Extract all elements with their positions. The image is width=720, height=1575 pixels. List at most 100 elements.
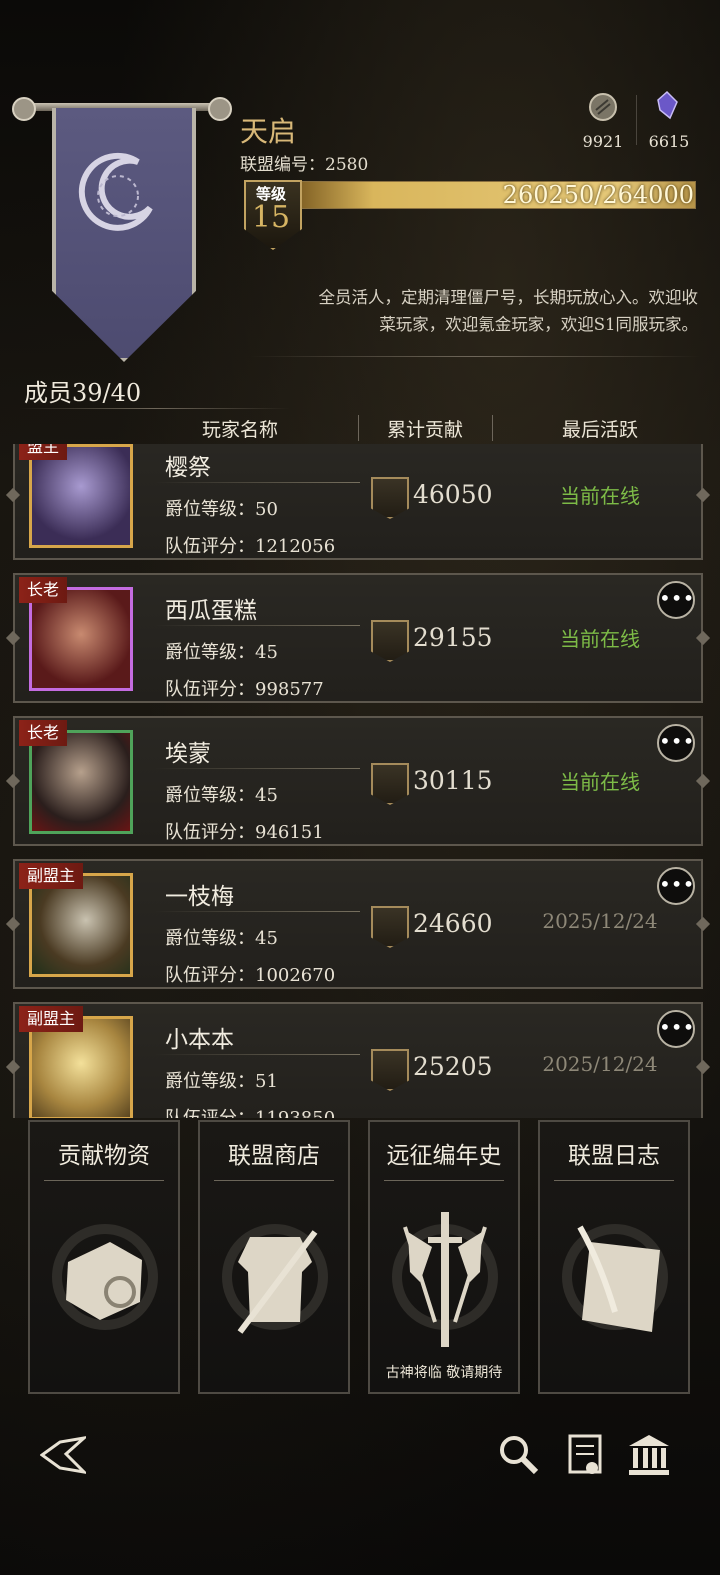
coming-soon-note: 古神将临 敬请期待 [385,1365,503,1381]
description-line: 菜玩家，欢迎氪金玩家，欢迎S1同服玩家。 [379,315,698,334]
row-ornament [5,630,21,646]
divider [214,1180,334,1181]
member-row[interactable]: 盟主 樱祭 爵位等级：50 队伍评分：1212056 46050 当前在线 [5,444,711,560]
more-options-button[interactable]: ••• [657,867,695,905]
player-rank: 爵位等级：50 [165,499,278,520]
more-options-button[interactable]: ••• [657,724,695,762]
contribution-icon [371,1049,409,1091]
alliance-log-panel[interactable]: 联盟日志 [538,1120,690,1394]
player-score: 队伍评分：1193850 [165,1104,335,1118]
alliance-shop-panel[interactable]: 联盟商店 [198,1120,350,1394]
column-separator [358,415,359,441]
expedition-chronicle-panel[interactable]: 远征编年史 古神将临 敬请期待 [368,1120,520,1394]
alliance-banner[interactable] [52,108,196,362]
notice-icon[interactable] [562,1432,608,1478]
divider [155,1054,360,1055]
divider [250,356,700,357]
row-ornament [5,487,21,503]
player-score: 队伍评分：1212056 [165,536,336,557]
divider [44,1180,164,1181]
more-options-button[interactable]: ••• [657,581,695,619]
alliance-id: 联盟编号：2580 [240,155,369,175]
player-name: 小本本 [165,1027,234,1053]
column-header-contribution[interactable]: 累计贡献 [370,415,480,442]
crescent-emblem-icon [78,152,153,231]
column-header-name[interactable]: 玩家名称 [180,415,300,442]
contribution-value: 24660 [413,909,493,938]
role-tag: 长老 [19,577,68,603]
coin-icon [589,93,617,121]
contribution-icon [371,620,409,662]
member-row[interactable]: 副盟主 小本本 爵位等级：51 队伍评分：1193850 25205 2025/… [5,1002,711,1118]
divider [554,1180,674,1181]
contribution-icon [371,906,409,948]
rod-cap-right [208,97,232,121]
level-number: 15 [251,200,291,235]
contribution-value: 29155 [413,623,493,652]
column-separator [492,415,493,441]
last-active: 2025/12/24 [542,909,658,933]
column-header-last-active[interactable]: 最后活跃 [540,415,660,442]
divider [155,482,360,483]
crystal-value: 6615 [648,132,690,151]
hall-icon[interactable] [626,1432,672,1478]
more-options-button[interactable]: ••• [657,1010,695,1048]
sword-banners-icon [392,1212,498,1347]
role-tag: 副盟主 [19,863,84,889]
player-rank: 爵位等级：45 [165,928,278,949]
row-ornament [695,487,711,503]
row-ornament [695,1059,711,1075]
row-ornament [695,916,711,932]
divider [155,768,360,769]
player-score: 队伍评分：946151 [165,822,324,843]
description-line: 全员活人，定期清理僵尸号，长期玩放心入。欢迎收 [318,288,699,307]
last-active: 2025/12/24 [542,1052,658,1076]
alliance-name: 天启 [240,115,297,148]
player-score: 队伍评分：1002670 [165,965,336,986]
scroll-bundle-icon [52,1224,158,1330]
divider [20,408,290,409]
panel-title: 联盟商店 [228,1143,320,1169]
divider [155,625,360,626]
row-ornament [5,916,21,932]
last-active: 当前在线 [560,770,640,794]
divider [384,1180,504,1181]
coin-value: 9921 [582,132,624,151]
row-ornament [695,773,711,789]
alliance-description: 全员活人，定期清理僵尸号，长期玩放心入。欢迎收 菜玩家，欢迎氪金玩家，欢迎S1同… [250,284,699,338]
contribution-icon [371,477,409,519]
rod-cap-left [12,97,36,121]
row-ornament [5,773,21,789]
back-icon[interactable] [40,1432,86,1478]
player-score: 队伍评分：998577 [165,679,324,700]
player-name: 西瓜蛋糕 [165,598,257,624]
role-tag: 长老 [19,720,68,746]
crystal-icon [657,90,678,120]
member-row[interactable]: 副盟主 一枝梅 爵位等级：45 队伍评分：1002670 24660 2025/… [5,859,711,989]
xp-text: 260250/264000 [502,181,694,209]
last-active: 当前在线 [560,484,640,508]
contribution-icon [371,763,409,805]
player-rank: 爵位等级：51 [165,1071,278,1092]
member-row[interactable]: 长老 西瓜蛋糕 爵位等级：45 队伍评分：998577 29155 当前在线 •… [5,573,711,703]
row-ornament [5,1059,21,1075]
last-active: 当前在线 [560,627,640,651]
panel-title: 联盟日志 [568,1143,660,1169]
panel-title: 贡献物资 [58,1143,150,1169]
role-tag: 盟主 [19,444,68,460]
member-count: 成员39/40 [24,379,142,407]
player-name: 樱祭 [165,455,211,481]
contribution-value: 30115 [413,766,493,795]
contribution-value: 46050 [413,480,493,509]
contribution-value: 25205 [413,1052,493,1081]
player-rank: 爵位等级：45 [165,642,278,663]
armor-sword-icon [222,1224,328,1334]
member-row[interactable]: 长老 埃蒙 爵位等级：45 队伍评分：946151 30115 当前在线 ••• [5,716,711,846]
contribute-supplies-panel[interactable]: 贡献物资 [28,1120,180,1394]
role-tag: 副盟主 [19,1006,84,1032]
panel-title: 远征编年史 [386,1143,502,1169]
search-icon[interactable] [496,1432,542,1478]
player-name: 一枝梅 [165,884,234,910]
member-list[interactable]: 盟主 樱祭 爵位等级：50 队伍评分：1212056 46050 当前在线 长老… [0,444,720,1118]
player-rank: 爵位等级：45 [165,785,278,806]
